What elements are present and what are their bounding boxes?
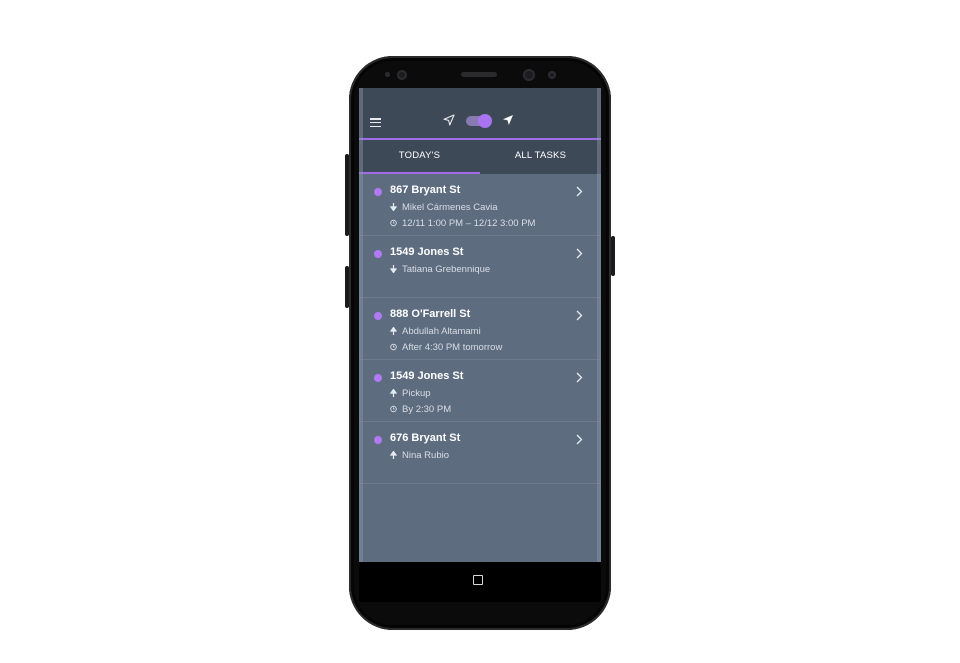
status-dot <box>374 436 382 444</box>
task-person: Pickup <box>402 388 431 399</box>
task-person-line: Tatiana Grebennique <box>390 264 490 275</box>
status-dot <box>374 188 382 196</box>
tab-todays[interactable]: TODAY'S <box>359 140 480 174</box>
task-row[interactable]: 888 O'Farrell St Abdullah Altamami After… <box>359 298 601 360</box>
toggle-knob <box>478 114 492 128</box>
clock-icon <box>390 405 397 413</box>
task-address: 1549 Jones St <box>390 370 464 382</box>
sensor-icon <box>385 72 390 77</box>
task-person: Tatiana Grebennique <box>402 264 491 275</box>
task-row[interactable]: 1549 Jones St Pickup By 2:30 PM <box>359 360 601 422</box>
clock-icon <box>390 343 397 351</box>
task-list: 867 Bryant St Mikel Cármenes Cavia 12/11… <box>359 174 601 484</box>
phone-frame: TODAY'S ALL TASKS 867 Bryant St Mikel Cá… <box>345 56 615 630</box>
location-tracking-toggle[interactable] <box>466 114 492 128</box>
volume-down-button <box>345 266 349 308</box>
arrow-down-icon <box>390 203 397 211</box>
task-time: After 4:30 PM tomorrow <box>402 342 503 353</box>
volume-up-button <box>345 154 349 236</box>
screen-edge-left <box>359 88 363 562</box>
chevron-right-icon <box>576 372 583 383</box>
sensor-icon <box>548 71 556 79</box>
screen-edge-right <box>597 88 601 562</box>
task-person: Nina Rubio <box>402 450 449 461</box>
task-address: 888 O'Farrell St <box>390 308 471 320</box>
arrow-down-icon <box>390 265 397 273</box>
app-screen: TODAY'S ALL TASKS 867 Bryant St Mikel Cá… <box>359 88 601 562</box>
arrow-up-icon <box>390 389 397 397</box>
task-person: Mikel Cármenes Cavia <box>402 202 498 213</box>
task-address: 867 Bryant St <box>390 184 461 196</box>
task-row[interactable]: 867 Bryant St Mikel Cármenes Cavia 12/11… <box>359 174 601 236</box>
chevron-right-icon <box>576 434 583 445</box>
status-dot <box>374 250 382 258</box>
status-dot <box>374 312 382 320</box>
tab-bar: TODAY'S ALL TASKS <box>359 140 601 174</box>
chevron-right-icon <box>576 186 583 197</box>
status-dot <box>374 374 382 382</box>
task-row[interactable]: 676 Bryant St Nina Rubio <box>359 422 601 484</box>
navigation-outline-icon[interactable] <box>443 114 455 126</box>
task-time-line: After 4:30 PM tomorrow <box>390 342 502 353</box>
system-nav-bar <box>359 562 601 602</box>
sensor-icon <box>397 70 407 80</box>
task-person-line: Abdullah Altamami <box>390 326 481 337</box>
front-camera-icon <box>523 69 535 81</box>
task-time: 12/11 1:00 PM – 12/12 3:00 PM <box>402 218 536 229</box>
task-time-line: By 2:30 PM <box>390 404 451 415</box>
task-person: Abdullah Altamami <box>402 326 481 337</box>
task-time: By 2:30 PM <box>402 404 452 415</box>
navigation-filled-icon[interactable] <box>502 114 514 126</box>
clock-icon <box>390 219 397 227</box>
task-address: 676 Bryant St <box>390 432 461 444</box>
hamburger-menu-icon[interactable] <box>370 118 381 128</box>
task-person-line: Nina Rubio <box>390 450 449 461</box>
app-bar <box>359 88 601 140</box>
arrow-up-icon <box>390 327 397 335</box>
task-person-line: Pickup <box>390 388 431 399</box>
earpiece-speaker <box>461 72 497 77</box>
chevron-right-icon <box>576 248 583 259</box>
task-row[interactable]: 1549 Jones St Tatiana Grebennique <box>359 236 601 298</box>
task-address: 1549 Jones St <box>390 246 464 258</box>
tab-all-tasks[interactable]: ALL TASKS <box>480 140 601 174</box>
chevron-right-icon <box>576 310 583 321</box>
square-home-icon[interactable] <box>473 575 483 585</box>
task-person-line: Mikel Cármenes Cavia <box>390 202 498 213</box>
task-time-line: 12/11 1:00 PM – 12/12 3:00 PM <box>390 218 535 229</box>
arrow-up-icon <box>390 451 397 459</box>
power-button <box>611 236 615 276</box>
